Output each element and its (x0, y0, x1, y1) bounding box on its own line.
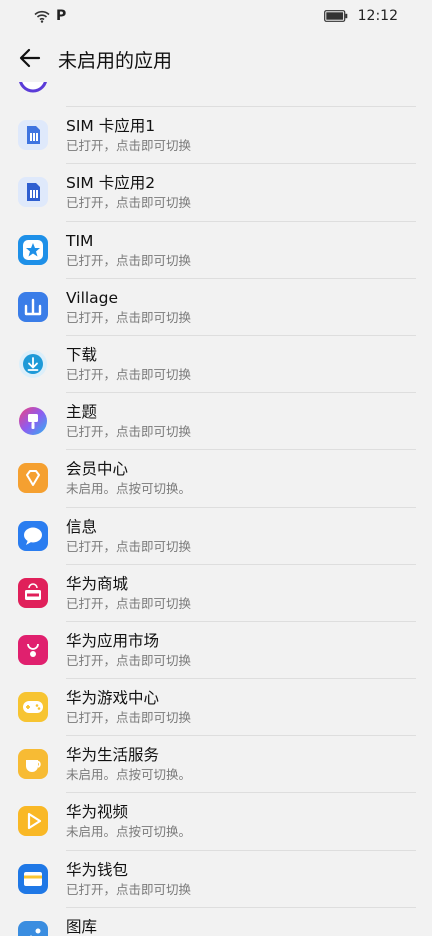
circle-app-icon (18, 82, 48, 93)
app-list-item[interactable]: 信息已打开，点击即可切换 (0, 507, 432, 565)
app-item-texts: SIM 卡应用1 已打开，点击即可切换 (66, 115, 416, 155)
app-status: 未启用。点按可切换。 (66, 767, 192, 783)
app-status: 已打开，点击即可切换 (66, 710, 192, 726)
app-status: 已打开，点击即可切换 (66, 309, 192, 325)
app-list-item[interactable]: Village 已打开，点击即可切换 (0, 278, 432, 336)
download-icon (18, 349, 48, 379)
app-item-texts: TIM 已打开，点击即可切换 (66, 230, 416, 270)
app-item-texts: 信息已打开，点击即可切换 (66, 516, 416, 556)
coffee-cup-icon (18, 749, 48, 780)
member-diamond-icon (18, 463, 48, 494)
status-right: 12:12 (323, 8, 398, 24)
app-item-texts: 图库 (66, 916, 416, 936)
app-list-item[interactable]: 华为应用市场已打开，点击即可切换 (0, 621, 432, 680)
app-list-item[interactable]: TIM 已打开，点击即可切换 (0, 221, 432, 279)
battery-icon (323, 10, 348, 22)
back-button[interactable] (14, 42, 46, 74)
app-name: 主题 (66, 403, 98, 422)
tim-star-icon (18, 234, 48, 265)
appgallery-bag-icon (18, 634, 48, 665)
app-item-texts: 华为生活服务未启用。点按可切换。 (66, 744, 416, 784)
app-name: 华为钱包 (66, 860, 129, 879)
app-list-item[interactable]: 华为视频未启用。点按可切换。 (0, 793, 432, 851)
app-name: TIM (66, 231, 94, 250)
sim-card-icon (18, 177, 48, 208)
app-status: 已打开，点击即可切换 (66, 538, 192, 554)
app-list-item[interactable]: 华为游戏中心已打开，点击即可切换 (0, 679, 432, 737)
village-mountain-icon (18, 291, 48, 322)
app-list[interactable]: 未启用。点按可切换。 SIM 卡应用1 已打开，点击即可切换 SIM 卡应用2 已打开，… (0, 82, 432, 936)
app-list-item[interactable]: 主题已打开，点击即可切换 (0, 393, 432, 451)
app-item-texts: 华为应用市场已打开，点击即可切换 (66, 630, 416, 670)
app-item-texts: 华为游戏中心已打开，点击即可切换 (66, 687, 416, 727)
app-list-content: 未启用。点按可切换。 SIM 卡应用1 已打开，点击即可切换 SIM 卡应用2 已打开，… (0, 82, 432, 936)
app-status: 已打开，点击即可切换 (66, 652, 192, 668)
app-status: 未启用。点按可切换。 (66, 481, 192, 497)
app-status: 已打开，点击即可切换 (66, 881, 192, 897)
app-status: 已打开，点击即可切换 (66, 252, 192, 268)
app-item-texts: 华为视频未启用。点按可切换。 (66, 801, 416, 841)
status-left: P (34, 8, 66, 24)
app-list-item[interactable]: 华为钱包已打开，点击即可切换 (0, 850, 432, 908)
app-status: 已打开，点击即可切换 (66, 424, 192, 440)
app-status: 已打开，点击即可切换 (66, 366, 192, 382)
status-bar: P 12:12 (0, 0, 432, 34)
message-bubble-icon (18, 520, 48, 551)
page-title: 未启用的应用 (58, 50, 173, 72)
status-time: 12:12 (357, 8, 398, 24)
app-list-item[interactable]: 未启用。点按可切换。 (0, 82, 432, 108)
app-item-texts: 华为商城已打开，点击即可切换 (66, 573, 416, 613)
gallery-icon (18, 920, 48, 936)
app-status: 未启用。点按可切换。 (66, 824, 192, 840)
app-status: 已打开，点击即可切换 (66, 195, 192, 211)
app-name: 华为应用市场 (66, 631, 160, 650)
wifi-icon (34, 10, 50, 23)
app-item-texts: 会员中心未启用。点按可切换。 (66, 458, 416, 498)
app-list-item[interactable]: 华为商城已打开，点击即可切换 (0, 564, 432, 622)
app-list-item[interactable]: 华为生活服务未启用。点按可切换。 (0, 736, 432, 794)
app-item-texts: SIM 卡应用2 已打开，点击即可切换 (66, 172, 416, 212)
sim-card-icon (18, 120, 48, 151)
parking-notification-icon: P (56, 8, 67, 24)
app-name: 华为商城 (66, 574, 129, 593)
app-name: 信息 (66, 517, 98, 536)
app-list-item[interactable]: 下载已打开，点击即可切换 (0, 335, 432, 394)
app-status: 已打开，点击即可切换 (66, 595, 192, 611)
app-item-texts: 下载已打开，点击即可切换 (66, 344, 416, 384)
app-name: 华为视频 (66, 803, 129, 822)
app-name: 图库 (66, 917, 98, 936)
app-item-texts: Village 已打开，点击即可切换 (66, 287, 416, 327)
app-name: SIM 卡应用1 (66, 117, 156, 136)
app-name: 会员中心 (66, 460, 129, 479)
app-list-item[interactable]: 图库 (0, 907, 432, 936)
app-name: Village (66, 288, 119, 307)
app-list-item[interactable]: SIM 卡应用2 已打开，点击即可切换 (0, 164, 432, 222)
arrow-left-icon (19, 48, 41, 68)
app-status: 已打开，点击即可切换 (66, 138, 192, 154)
wallet-icon (18, 863, 48, 894)
app-item-texts: 主题已打开，点击即可切换 (66, 401, 416, 441)
video-play-icon (18, 806, 48, 837)
app-list-item[interactable]: SIM 卡应用1 已打开，点击即可切换 (0, 107, 432, 165)
app-list-item[interactable]: 会员中心未启用。点按可切换。 (0, 450, 432, 508)
gamepad-icon (18, 692, 48, 723)
app-name: SIM 卡应用2 (66, 174, 156, 193)
app-item-texts: 华为钱包已打开，点击即可切换 (66, 859, 416, 899)
app-name: 下载 (66, 345, 98, 364)
app-bar: 未启用的应用 (0, 34, 432, 82)
app-name: 华为生活服务 (66, 746, 160, 765)
theme-brush-icon (18, 406, 48, 436)
app-name: 华为游戏中心 (66, 689, 160, 708)
vmall-bag-icon (18, 577, 48, 608)
